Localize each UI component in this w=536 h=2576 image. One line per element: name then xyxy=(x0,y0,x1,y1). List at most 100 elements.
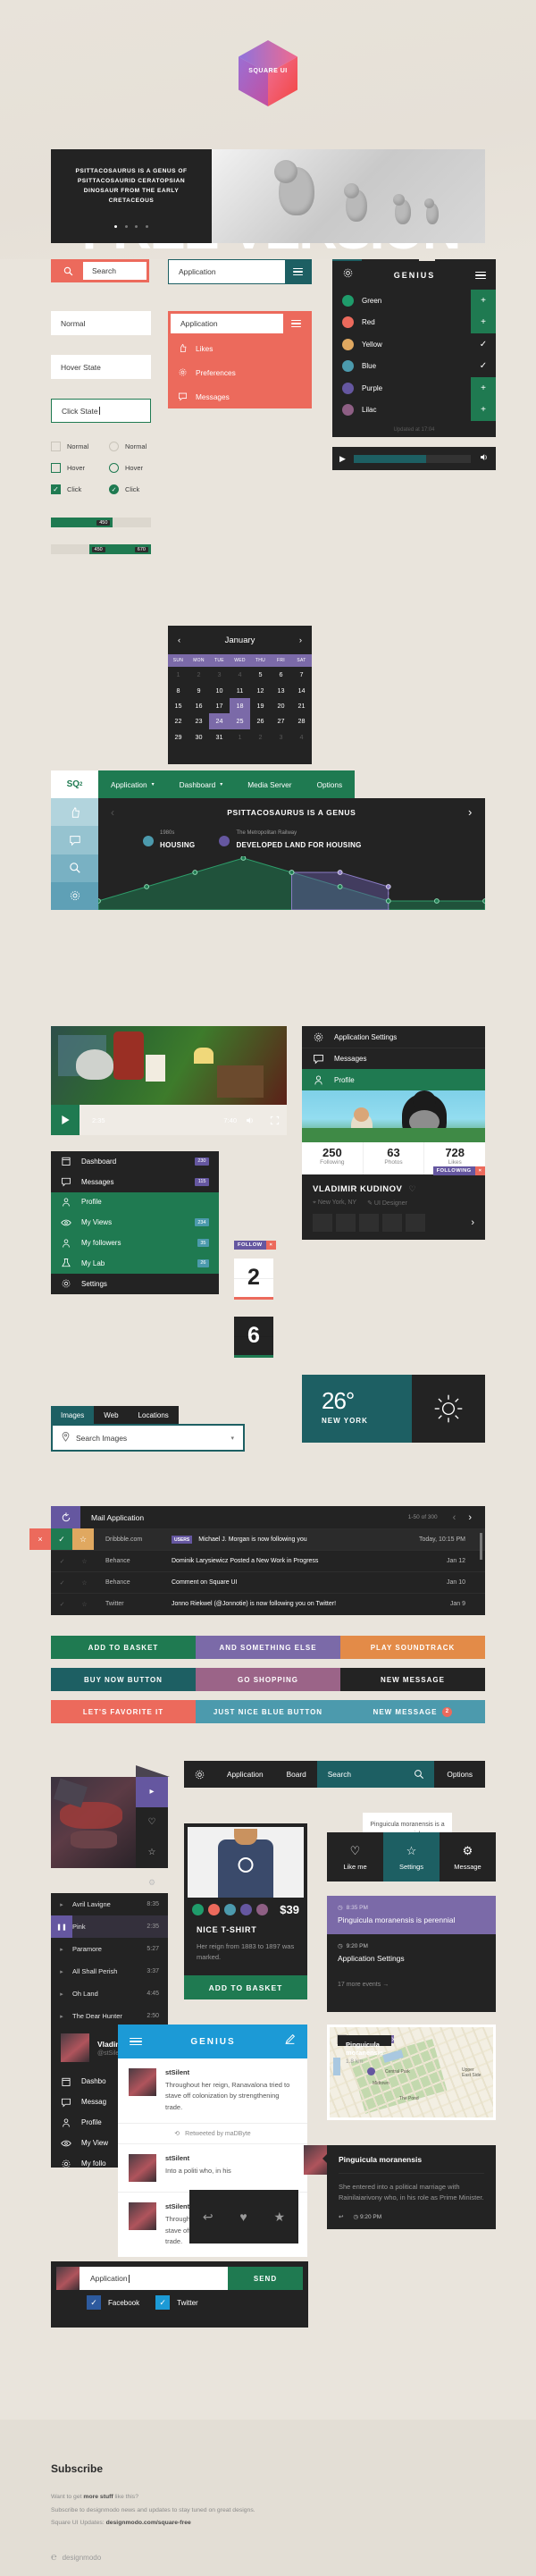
sidebar-search[interactable] xyxy=(51,854,98,882)
genius-row-action[interactable]: + xyxy=(471,377,496,400)
navbar-search[interactable]: Search xyxy=(316,1761,435,1788)
nav-media-server[interactable]: Media Server xyxy=(235,770,305,798)
calendar-day[interactable]: 19 xyxy=(250,698,271,713)
volume-icon[interactable] xyxy=(237,1115,262,1125)
star-icon[interactable]: ☆ xyxy=(136,1838,168,1868)
video-controls[interactable]: 2:35 7:40 xyxy=(51,1105,287,1135)
heart-icon[interactable]: ♡ xyxy=(409,1184,417,1193)
playlist-track[interactable]: ▸ Avril Lavigne 8:35 xyxy=(51,1893,168,1915)
checkbox-box[interactable] xyxy=(51,463,61,473)
nav-application[interactable]: Application ▾ xyxy=(98,770,167,798)
input-hover[interactable]: Hover State xyxy=(51,355,151,379)
calendar-day[interactable]: 6 xyxy=(271,667,291,682)
calendar-day[interactable]: 20 xyxy=(271,698,291,713)
calendar-day[interactable]: 14 xyxy=(291,682,312,697)
calendar-day[interactable]: 30 xyxy=(188,729,209,745)
action-button[interactable]: PLAY SOUNDTRACK xyxy=(340,1636,485,1659)
app-navbar[interactable]: SQ 2 Application ▾ Dashboard ▾ Media Server… xyxy=(51,770,485,798)
tweet-item[interactable]: stSilent Throughout her reign, Ranavalon… xyxy=(118,2058,307,2123)
hamburger-icon[interactable] xyxy=(285,260,311,283)
radio-hover[interactable]: Hover xyxy=(109,463,143,473)
calendar-day[interactable]: 22 xyxy=(168,713,188,728)
playlist-track[interactable]: ▸ Paramore 5:27 xyxy=(51,1938,168,1960)
action-settings[interactable]: ☆ Settings xyxy=(383,1832,440,1881)
genius-row[interactable]: Blue ✓ xyxy=(332,356,496,378)
play-icon[interactable]: ▸ xyxy=(51,1946,72,1953)
map-callout[interactable]: Pinguicula moranensis 1.8 km › xyxy=(337,2034,395,2065)
calendar-day[interactable]: 2 xyxy=(188,667,209,682)
calendar-day[interactable]: 13 xyxy=(271,682,291,697)
calendar-day[interactable]: 17 xyxy=(209,698,230,713)
mail-application[interactable]: Mail Application 1-50 of 300 ‹ › ✓ ☆ Dri… xyxy=(29,1506,485,1615)
mail-row[interactable]: ✓ ☆ Twitter Jonno Riekwel (@Jonnotie) is… xyxy=(51,1593,485,1614)
slider-dot[interactable] xyxy=(114,225,118,228)
progress-single[interactable]: 450 xyxy=(51,518,151,527)
hamburger-icon[interactable] xyxy=(283,314,309,333)
action-message[interactable]: ⚙ Message xyxy=(440,1832,496,1881)
product-card[interactable]: $39 NICE T-SHIRT Her reign from 1883 to … xyxy=(184,1823,307,1999)
input-normal[interactable]: Normal xyxy=(51,311,151,335)
hamburger-icon[interactable] xyxy=(130,2036,142,2048)
sidebar-menu[interactable]: Dashboard 230 Messages 115 Profile My Vi… xyxy=(51,1151,219,1294)
search-box[interactable]: Search xyxy=(51,259,149,282)
prev-button[interactable]: ‹ xyxy=(111,806,115,819)
calendar-day[interactable]: 24 xyxy=(209,713,230,729)
calendar-day[interactable]: 4 xyxy=(291,729,312,745)
menu-item[interactable]: My Views 234 xyxy=(51,1212,219,1233)
menu-item[interactable]: My followers 35 xyxy=(51,1233,219,1253)
star-icon[interactable]: ★ xyxy=(274,2210,286,2225)
action-like-me[interactable]: ♡ Like me xyxy=(327,1832,383,1881)
check-icon[interactable]: ✓ xyxy=(51,1528,72,1550)
calendar-day[interactable]: 31 xyxy=(209,729,230,745)
dropdown-item-messages[interactable]: Messages xyxy=(168,384,312,408)
mail-row[interactable]: ✓ ☆ Behance Comment on Square UI Jan 10 xyxy=(51,1571,485,1593)
action-button[interactable]: GO SHOPPING xyxy=(196,1668,340,1691)
menu-item[interactable]: My Lab 26 xyxy=(51,1252,219,1274)
gear-icon[interactable] xyxy=(184,1761,214,1788)
navbar-application[interactable]: Application xyxy=(214,1761,276,1788)
fullscreen-icon[interactable] xyxy=(262,1115,287,1125)
input-click[interactable]: Click State xyxy=(51,399,151,423)
slider-dot[interactable] xyxy=(145,225,148,228)
map-widget[interactable]: Central Park Midtown Upper East Side The… xyxy=(327,2025,496,2120)
compose-icon[interactable] xyxy=(284,2033,296,2050)
hero-slider[interactable]: PSITTACOSAURUS IS A GENUS OF PSITTACOSAU… xyxy=(51,149,485,243)
mail-prev[interactable]: ‹ xyxy=(447,1512,463,1523)
close-icon[interactable]: × xyxy=(474,1166,485,1175)
profile-menu-settings[interactable]: Application Settings xyxy=(302,1026,485,1048)
menu-item[interactable]: Messages 115 xyxy=(51,1171,219,1192)
calendar-day[interactable]: 1 xyxy=(168,667,188,682)
genius-row[interactable]: Purple + xyxy=(332,377,496,400)
genius-row[interactable]: Green + xyxy=(332,290,496,312)
radio-button[interactable] xyxy=(109,463,119,473)
tab-locations[interactable]: Locations xyxy=(128,1406,179,1424)
media-player-bar[interactable]: ▶ xyxy=(332,447,496,470)
profile-card[interactable]: Application Settings Messages Profile 25… xyxy=(302,1026,485,1240)
thumbnail[interactable] xyxy=(313,1214,332,1232)
play-icon[interactable]: ▸ xyxy=(51,1901,72,1908)
radio-button[interactable] xyxy=(109,484,119,494)
genius-color-panel[interactable]: GENIUS Green + Red + Yellow ✓ Blue ✓ Pur… xyxy=(332,261,496,437)
footer-link[interactable]: designmodo.com/square-free xyxy=(106,2520,191,2526)
genius-row-action[interactable]: + xyxy=(471,311,496,333)
events-panel[interactable]: ◷ 8:35 PM Pinguicula moranensis is peren… xyxy=(327,1896,496,2012)
slider-dot[interactable] xyxy=(135,225,138,228)
app-logo[interactable]: SQ 2 xyxy=(51,770,98,798)
genius-row-action[interactable]: ✓ xyxy=(471,356,496,378)
action-button[interactable]: NEW MESSAGE 2 xyxy=(340,1700,485,1723)
action-button[interactable]: NEW MESSAGE xyxy=(340,1668,485,1691)
action-button[interactable]: JUST NICE BLUE BUTTON xyxy=(196,1700,340,1723)
compose-input[interactable]: Application xyxy=(80,2267,228,2290)
calendar-widget[interactable]: ‹ January › SUN MON TUE WED THU FRI SAT … xyxy=(168,626,312,764)
playlist-widget[interactable]: ▸ Avril Lavigne 8:35 ❚❚ Pink 2:35 ▸ Para… xyxy=(51,1893,168,2027)
compose-share-options[interactable]: ✓ Facebook ✓ Twitter xyxy=(51,2295,308,2310)
dropdown-open-value[interactable]: Application xyxy=(171,314,283,333)
checkbox-normal[interactable]: Normal xyxy=(51,442,88,451)
menu-item[interactable]: Settings xyxy=(51,1273,219,1294)
dropdown-item-likes[interactable]: Likes xyxy=(168,336,312,360)
close-icon[interactable]: × xyxy=(265,1241,276,1250)
chevron-down-icon[interactable]: ▾ xyxy=(230,1435,234,1442)
events-more-link[interactable]: 17 more events → xyxy=(327,1973,496,1997)
calendar-day[interactable]: 5 xyxy=(250,667,271,682)
sidebar-settings[interactable] xyxy=(51,881,98,910)
